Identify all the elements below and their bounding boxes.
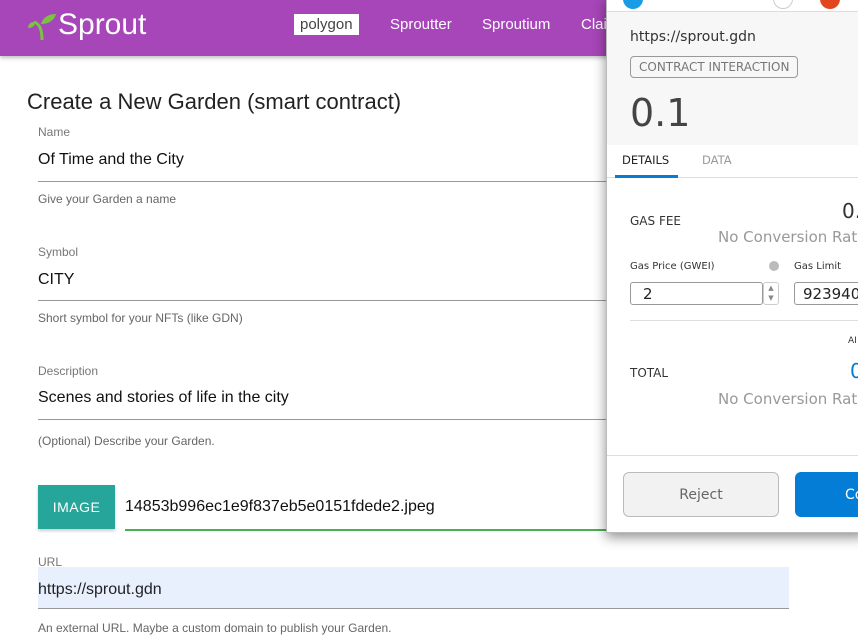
nav-sproutter[interactable]: Sproutter <box>384 14 458 35</box>
footer-divider <box>607 455 858 456</box>
gas-price-stepper[interactable]: ▲ ▼ <box>763 282 779 305</box>
image-filename[interactable]: 14853b996ec1e9f837eb5e0151fdede2.jpeg <box>125 498 435 516</box>
gas-fee-conversion: No Conversion Rat <box>718 228 858 246</box>
reject-button[interactable]: Reject <box>623 472 779 517</box>
description-help: (Optional) Describe your Garden. <box>38 434 215 448</box>
amount: 0.1 <box>630 91 691 135</box>
total-label: TOTAL <box>630 366 669 380</box>
symbol-underline <box>38 300 608 301</box>
image-upload-button[interactable]: IMAGE <box>38 485 115 529</box>
info-icon[interactable] <box>769 261 779 271</box>
name-input[interactable]: Of Time and the City <box>38 151 184 169</box>
origin: https://sprout.gdn <box>630 29 756 45</box>
name-help: Give your Garden a name <box>38 192 177 206</box>
divider <box>630 320 858 321</box>
image-underline <box>125 529 610 531</box>
gas-limit-label: Gas Limit <box>794 261 842 272</box>
account-icon[interactable] <box>773 0 793 9</box>
symbol-input[interactable]: CITY <box>38 271 74 289</box>
amount-gas-label: AI <box>848 336 857 346</box>
avatar[interactable] <box>820 0 840 9</box>
popup-tabs: DETAILS DATA <box>607 145 858 178</box>
gas-fee-label: GAS FEE <box>630 214 682 228</box>
network-dot-icon <box>623 0 643 9</box>
description-underline <box>38 419 608 420</box>
total-value: 0 <box>850 359 858 383</box>
description-label: Description <box>38 364 99 378</box>
total-conversion: No Conversion Rat <box>718 390 858 408</box>
confirm-button[interactable]: Co <box>795 472 858 517</box>
tab-details[interactable]: DETAILS <box>622 153 669 167</box>
description-input[interactable]: Scenes and stories of life in the city <box>38 389 289 407</box>
url-input[interactable]: https://sprout.gdn <box>38 567 789 609</box>
gas-price-input[interactable]: 2 <box>630 282 763 305</box>
tab-data[interactable]: DATA <box>702 153 732 167</box>
logo-text: Sprout <box>58 8 147 41</box>
sprout-icon <box>28 14 56 40</box>
gas-fee-value: 0. <box>842 199 858 223</box>
name-underline <box>38 181 608 182</box>
tab-details-indicator <box>615 175 678 178</box>
logo[interactable]: Sprout <box>28 8 146 42</box>
nav-polygon[interactable]: polygon <box>294 14 359 35</box>
page-title: Create a New Garden (smart contract) <box>27 89 402 114</box>
gas-price-label: Gas Price (GWEI) <box>630 261 715 272</box>
contract-badge: CONTRACT INTERACTION <box>630 56 799 78</box>
name-label: Name <box>38 125 71 139</box>
metamask-popup: https://sprout.gdn CONTRACT INTERACTION … <box>606 0 858 533</box>
url-help: An external URL. Maybe a custom domain t… <box>38 621 392 635</box>
symbol-help: Short symbol for your NFTs (like GDN) <box>38 311 243 325</box>
nav-sproutium[interactable]: Sproutium <box>476 14 556 35</box>
symbol-label: Symbol <box>38 245 79 259</box>
gas-limit-input[interactable]: 923940 <box>794 282 858 305</box>
